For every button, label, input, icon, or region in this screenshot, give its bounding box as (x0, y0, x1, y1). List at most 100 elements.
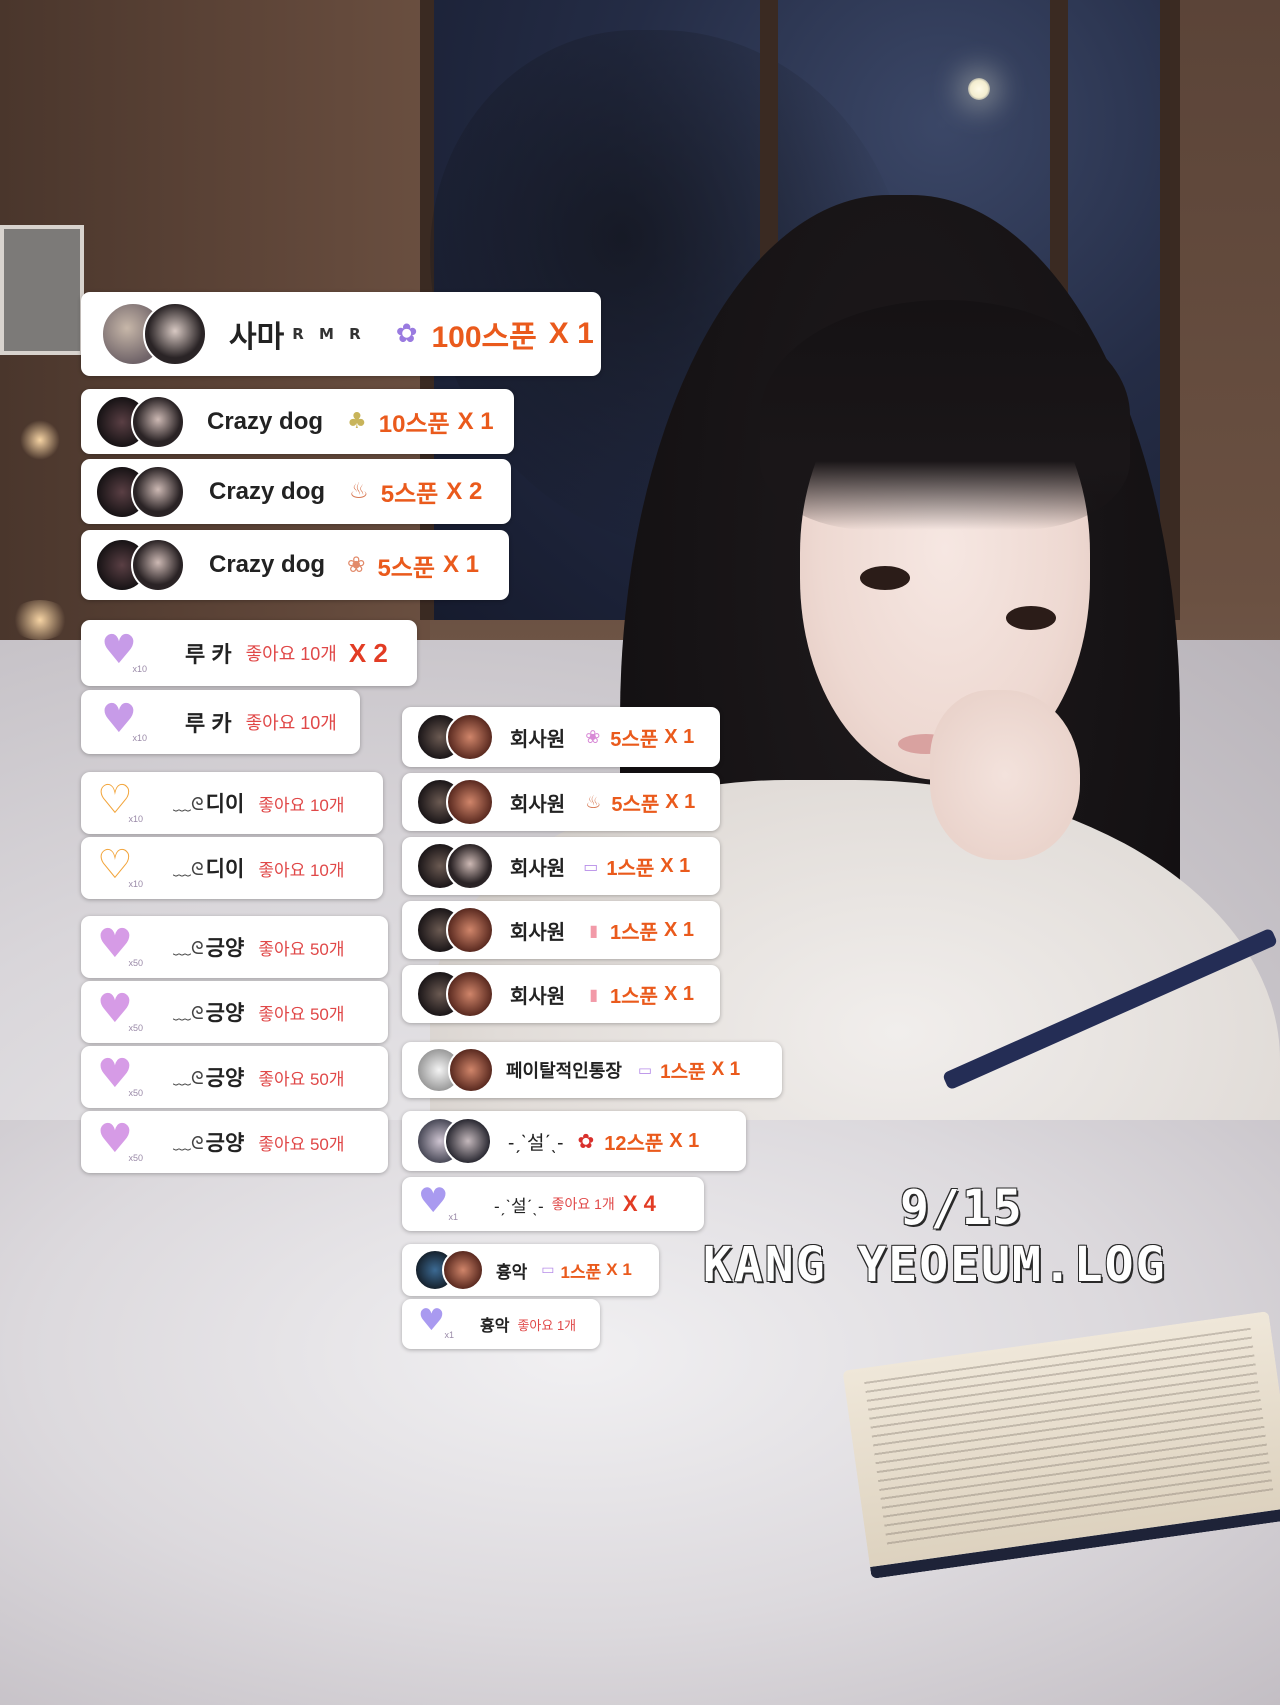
avatar-pair (416, 1117, 492, 1165)
avatar (444, 1117, 492, 1165)
like-card: ♥ x1 -ˏˋ설ˊˎ- 좋아요 1개 X 4 (402, 1177, 704, 1231)
multiplier: X 1 (664, 725, 695, 748)
multiplier: X 1 (548, 317, 594, 350)
spoon-amount: 5스푼 (377, 554, 435, 582)
like-count: 좋아요 50개 (258, 1004, 345, 1024)
like-card: ♡ x10 ﹏ᘓ 디이 좋아요 10개 (81, 837, 383, 899)
gold-heart-icon: ♡ x10 (97, 777, 143, 824)
avatar (131, 464, 185, 519)
user-name: Crazy dog (209, 477, 326, 505)
multiplier: X 1 (457, 407, 494, 435)
multiplier: X 1 (606, 1260, 632, 1279)
ticket-icon: ▭ (541, 1262, 555, 1278)
donation-card: Crazy dog ♣ 10스푼 X 1 (81, 389, 514, 454)
user-name: -ˏˋ설ˊˎ- (494, 1196, 544, 1216)
avatar-pair (416, 906, 494, 954)
avatar (446, 906, 494, 954)
avatar (131, 394, 185, 449)
spoon-amount: 5스푼 (611, 793, 660, 816)
like-count: 좋아요 50개 (258, 1134, 345, 1154)
like-card: ♡ x10 ﹏ᘓ 디이 좋아요 10개 (81, 772, 383, 834)
bunny-flower-icon: ❀ (347, 552, 366, 578)
avatar-pair (95, 464, 185, 519)
avatar-pair (416, 842, 494, 890)
multiplier: X 1 (663, 918, 694, 941)
name-decoration: ﹏ᘓ (173, 1133, 204, 1154)
left-eye (860, 566, 910, 590)
like-card: ♥ x1 흉악 좋아요 1개 (402, 1299, 600, 1349)
avatar (446, 970, 494, 1018)
avatar (442, 1249, 484, 1291)
donation-card: 회사원 ❀ 5스푼 X 1 (402, 707, 720, 767)
spoon-amount: 100스푼 (431, 321, 537, 354)
donation-card: 사마 R M R ✿ 100스푼 X 1 (81, 292, 601, 376)
gold-heart-icon: ♡ x10 (97, 842, 143, 889)
user-name: 회사원 (510, 857, 566, 880)
lilac-hearts-icon: ♥ x1 (418, 1303, 454, 1341)
user-name: 긍양 (205, 1002, 245, 1025)
user-name: 디이 (205, 793, 245, 816)
avatar-pair (95, 538, 185, 592)
multiplier: X 2 (446, 477, 483, 505)
multiplier: X 1 (663, 982, 694, 1005)
spoon-amount: 1스푼 (610, 921, 658, 944)
donation-card: 회사원 ▮ 1스푼 X 1 (402, 901, 720, 959)
donation-card: 회사원 ▭ 1스푼 X 1 (402, 837, 720, 895)
crystal-heart-icon: ♥ x50 (97, 921, 143, 968)
avatar-pair (101, 302, 207, 366)
multiplier: X 2 (348, 637, 388, 668)
ice-cream-icon: ♨ (349, 479, 369, 504)
crystal-heart-icon: ♥ x50 (97, 986, 143, 1033)
crystal-heart-icon: ♥ x50 (97, 1051, 143, 1098)
user-name: -ˏˋ설ˊˎ- (508, 1132, 564, 1154)
ice-cream-icon: ♨ (585, 791, 602, 813)
avatar-pair (416, 1047, 494, 1093)
spoon-amount: 1스푼 (610, 985, 658, 1008)
avatar (446, 842, 494, 890)
user-name: 흉악 (496, 1262, 528, 1282)
like-card: ♥ x10 루 카 좋아요 10개 X 2 (81, 620, 417, 686)
like-count: 좋아요 10개 (245, 644, 337, 664)
spoon-amount: 1스푼 (606, 857, 655, 880)
user-name: 사마 (229, 321, 285, 354)
like-card: ♥ x50 ﹏ᘓ 긍양 좋아요 50개 (81, 916, 388, 978)
avatar (448, 1047, 494, 1093)
avatar-pair (416, 713, 494, 761)
user-name: 흉악 (480, 1318, 510, 1335)
donation-card: 페이탈적인통장 ▭ 1스푼 X 1 (402, 1042, 782, 1098)
hand (930, 690, 1080, 860)
multiplier: X 1 (669, 1129, 700, 1152)
crystal-heart-icon: ♥ x50 (97, 1116, 143, 1163)
name-decoration: ﹏ᘓ (173, 794, 204, 815)
right-eye (1006, 606, 1056, 630)
multiplier: X 4 (622, 1191, 656, 1216)
like-count: 좋아요 10개 (258, 795, 345, 815)
bunny-icon: ♣ (347, 409, 367, 434)
like-count: 좋아요 50개 (258, 1069, 345, 1089)
name-decoration: ﹏ᘓ (173, 1068, 204, 1089)
popsicle-icon: ▮ (589, 984, 599, 1004)
avatar-pair (414, 1249, 484, 1291)
like-count: 좋아요 10개 (245, 713, 337, 733)
spoon-amount: 5스푼 (380, 481, 439, 508)
multiplier: X 1 (711, 1059, 741, 1080)
user-name: 페이탈적인통장 (506, 1061, 622, 1081)
user-badge: R M R (292, 325, 366, 343)
avatar-pair (416, 778, 494, 826)
log-title: KANG YEOEUM.LOG (703, 1237, 1167, 1293)
user-name: 회사원 (510, 728, 566, 751)
date-caption: 9/15 (900, 1180, 1024, 1236)
user-name: 긍양 (205, 1067, 245, 1090)
like-count: 좋아요 1개 (551, 1196, 615, 1212)
like-card: ♥ x50 ﹏ᘓ 긍양 좋아요 50개 (81, 1046, 388, 1108)
like-count: 좋아요 50개 (258, 939, 345, 959)
multiplier: X 1 (660, 854, 691, 877)
avatar (446, 778, 494, 826)
donation-card: 회사원 ♨ 5스푼 X 1 (402, 773, 720, 831)
user-name: 긍양 (205, 1132, 245, 1155)
popsicle-icon: ▮ (589, 920, 599, 940)
lilac-hearts-icon: ♥ x1 (418, 1181, 458, 1222)
user-name: 회사원 (510, 793, 566, 816)
avatar (131, 538, 185, 592)
donation-card: -ˏˋ설ˊˎ- ✿ 12스푼 X 1 (402, 1111, 746, 1171)
